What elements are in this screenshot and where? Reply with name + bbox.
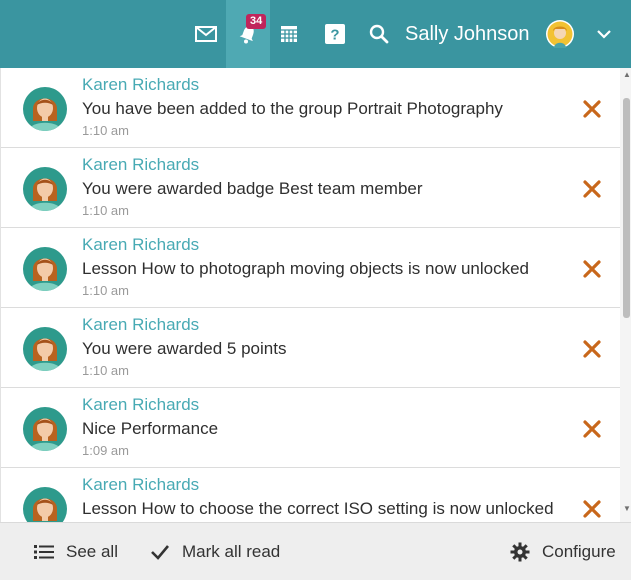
search-icon[interactable] [366, 0, 392, 68]
notification-item[interactable]: Karen Richards Lesson How to photograph … [1, 228, 620, 308]
sender-avatar [23, 327, 67, 371]
notification-item[interactable]: Karen Richards Lesson How to choose the … [1, 468, 620, 522]
sender-avatar [23, 167, 67, 211]
sender-avatar [23, 487, 67, 522]
sender-name[interactable]: Karen Richards [82, 395, 199, 415]
check-icon [151, 545, 169, 560]
notification-text: Lesson How to choose the correct ISO set… [82, 499, 554, 518]
notification-time: 1:10 am [82, 203, 129, 218]
notification-item[interactable]: Karen Richards You were awarded 5 points… [1, 308, 620, 388]
close-icon [583, 100, 601, 118]
sender-avatar [23, 247, 67, 291]
notification-time: 1:10 am [82, 123, 129, 138]
calendar-icon[interactable] [276, 0, 302, 68]
user-avatar[interactable] [544, 0, 576, 68]
sender-name[interactable]: Karen Richards [82, 475, 199, 495]
notification-list: Karen Richards You have been added to th… [1, 68, 620, 522]
notification-item[interactable]: Karen Richards You have been added to th… [1, 68, 620, 148]
close-icon [583, 260, 601, 278]
dismiss-button[interactable] [581, 338, 603, 360]
notification-item[interactable]: Karen Richards You were awarded badge Be… [1, 148, 620, 228]
close-icon [583, 340, 601, 358]
see-all-label: See all [66, 542, 118, 561]
notification-text: You were awarded badge Best team member [82, 179, 423, 198]
sender-avatar [23, 407, 67, 451]
user-name[interactable]: Sally Johnson [405, 0, 530, 68]
notifications-panel: Karen Richards You have been added to th… [0, 68, 631, 522]
sender-name[interactable]: Karen Richards [82, 75, 199, 95]
see-all-button[interactable]: See all [34, 523, 118, 580]
dismiss-button[interactable] [581, 258, 603, 280]
close-icon [583, 500, 601, 518]
notification-text: Nice Performance [82, 419, 219, 438]
mark-all-read-button[interactable]: Mark all read [150, 523, 280, 580]
sender-name[interactable]: Karen Richards [82, 315, 199, 335]
dismiss-button[interactable] [581, 178, 603, 200]
sender-name[interactable]: Karen Richards [82, 235, 199, 255]
notification-text: You have been added to the group Portrai… [82, 99, 503, 118]
notification-time: 1:10 am [82, 363, 129, 378]
list-icon [34, 545, 54, 559]
notifications-footer: See all Mark all read Configure [0, 522, 631, 580]
dismiss-button[interactable] [581, 98, 603, 120]
help-icon[interactable]: ? [322, 0, 348, 68]
close-icon [583, 420, 601, 438]
top-bar: 34 ? Sally Johnson [0, 0, 631, 68]
notification-count-badge: 34 [246, 14, 267, 29]
svg-text:?: ? [330, 27, 339, 44]
notification-text: You were awarded 5 points [82, 339, 287, 358]
scrollbar[interactable]: ▲ ▼ [620, 68, 631, 522]
scrollbar-thumb[interactable] [623, 98, 630, 318]
notification-time: 1:09 am [82, 443, 129, 458]
configure-label: Configure [542, 542, 616, 561]
notification-time: 1:10 am [82, 283, 129, 298]
scroll-up-icon[interactable]: ▲ [623, 70, 631, 79]
notification-item[interactable]: Karen Richards Nice Performance 1:09 am [1, 388, 620, 468]
configure-button[interactable]: Configure [510, 523, 616, 580]
gear-icon [510, 542, 530, 562]
scroll-down-icon[interactable]: ▼ [623, 504, 631, 513]
chevron-down-icon[interactable] [592, 0, 616, 68]
dismiss-button[interactable] [581, 498, 603, 520]
mail-icon[interactable] [188, 0, 224, 68]
mark-all-read-label: Mark all read [182, 542, 281, 561]
notifications-button[interactable]: 34 [226, 0, 270, 68]
sender-name[interactable]: Karen Richards [82, 155, 199, 175]
dismiss-button[interactable] [581, 418, 603, 440]
notification-text: Lesson How to photograph moving objects … [82, 259, 529, 278]
close-icon [583, 180, 601, 198]
sender-avatar [23, 87, 67, 131]
